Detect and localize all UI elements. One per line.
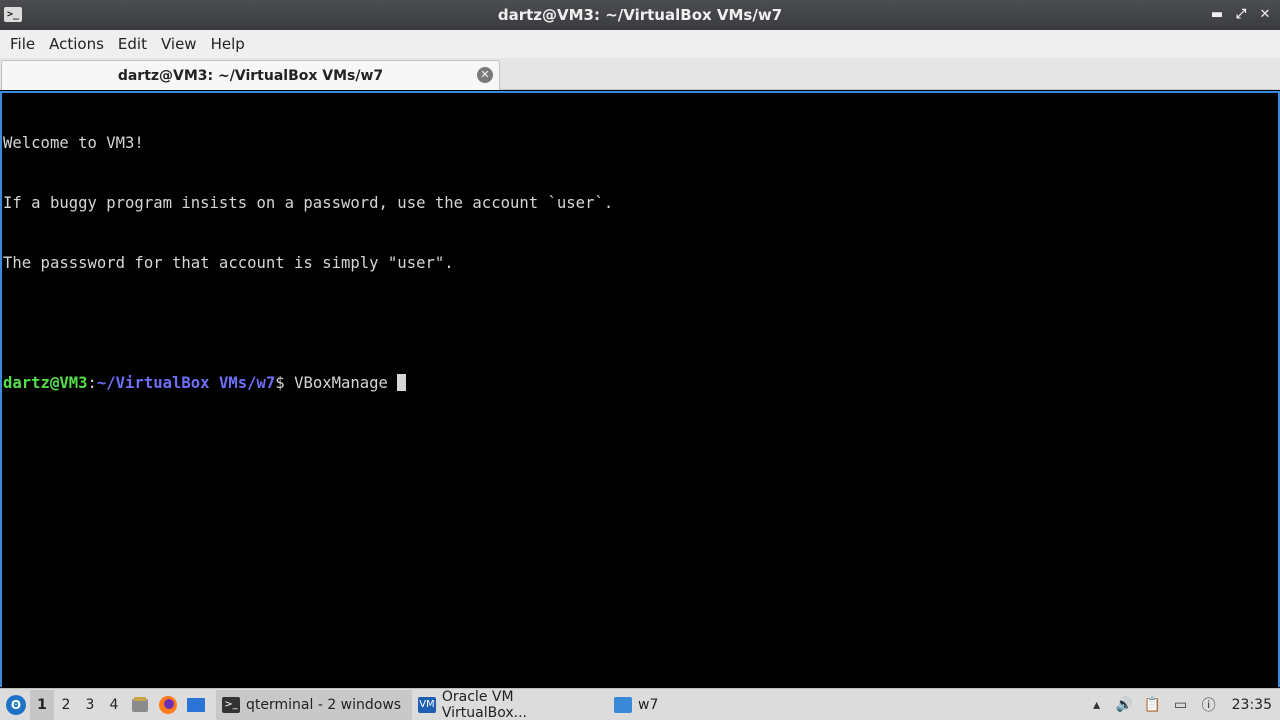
quicklaunch-desktop[interactable] — [182, 691, 210, 719]
menu-view[interactable]: View — [154, 30, 204, 58]
lxqt-logo-icon: ʘ — [6, 694, 26, 715]
start-menu-button[interactable]: ʘ — [2, 691, 30, 719]
menu-edit[interactable]: Edit — [111, 30, 154, 58]
menu-actions[interactable]: Actions — [42, 30, 111, 58]
task-qterminal[interactable]: >_ qterminal - 2 windows — [216, 689, 412, 720]
display-icon[interactable]: ▭ — [1170, 694, 1192, 716]
prompt-user-host: dartz@VM3 — [3, 374, 88, 392]
terminal-prompt-line: dartz@VM3:~/VirtualBox VMs/w7$ VBoxManag… — [3, 373, 1278, 393]
clock[interactable]: 23:35 — [1232, 697, 1272, 713]
terminal-line: Welcome to VM3! — [3, 134, 144, 152]
terminal-line: If a buggy program insists on a password… — [3, 194, 614, 212]
text-cursor — [397, 374, 407, 391]
task-label: w7 — [638, 696, 659, 713]
maximize-button[interactable]: ⤢ — [1234, 6, 1248, 24]
terminal-view[interactable]: Welcome to VM3! If a buggy program insis… — [0, 91, 1280, 687]
menu-help[interactable]: Help — [204, 30, 252, 58]
terminal-icon: >_ — [222, 696, 240, 713]
workspace-1[interactable]: 1 — [30, 689, 54, 720]
task-w7-folder[interactable]: w7 — [608, 690, 688, 720]
clipboard-icon[interactable]: 📋 — [1142, 694, 1164, 716]
window-controls: ▬ ⤢ ✕ — [1210, 6, 1272, 24]
terminal-line: The passsword for that account is simply… — [3, 254, 454, 272]
firefox-icon — [159, 695, 177, 714]
tab-label: dartz@VM3: ~/VirtualBox VMs/w7 — [117, 67, 384, 84]
window-title: dartz@VM3: ~/VirtualBox VMs/w7 — [497, 6, 783, 24]
workspace-4[interactable]: 4 — [102, 690, 126, 720]
typed-command: VBoxManage — [294, 374, 398, 392]
menu-file[interactable]: File — [3, 30, 42, 58]
window-titlebar: >_ dartz@VM3: ~/VirtualBox VMs/w7 ▬ ⤢ ✕ — [0, 0, 1280, 30]
volume-icon[interactable]: 🔊 — [1114, 694, 1136, 716]
workspace-3[interactable]: 3 — [78, 690, 102, 720]
workspace-2[interactable]: 2 — [54, 690, 78, 720]
update-notifier-icon[interactable]: ⓘ — [1198, 694, 1220, 716]
folder-icon — [614, 696, 632, 713]
taskbar: ʘ 1 2 3 4 >_ qterminal - 2 windows VM Or… — [0, 688, 1280, 720]
prompt-symbol: $ — [275, 374, 295, 392]
prompt-separator: : — [87, 374, 97, 392]
close-button[interactable]: ✕ — [1258, 6, 1272, 24]
task-label: Oracle VM VirtualBox... — [441, 688, 527, 720]
task-label: qterminal - 2 windows — [246, 696, 402, 713]
terminal-app-icon[interactable]: >_ — [4, 7, 22, 22]
file-manager-icon — [132, 696, 148, 712]
tab-terminal[interactable]: dartz@VM3: ~/VirtualBox VMs/w7 ✕ — [1, 60, 500, 90]
show-desktop-icon — [187, 697, 205, 712]
task-virtualbox[interactable]: VM Oracle VM VirtualBox... — [412, 688, 608, 720]
minimize-button[interactable]: ▬ — [1210, 6, 1224, 24]
tray-expand-icon[interactable]: ▴ — [1086, 694, 1108, 716]
prompt-path: ~/VirtualBox VMs/w7 — [96, 374, 276, 392]
quicklaunch-firefox[interactable] — [154, 691, 182, 719]
tab-close-icon[interactable]: ✕ — [477, 67, 493, 83]
menu-bar: File Actions Edit View Help — [0, 30, 1280, 58]
virtualbox-icon: VM — [418, 696, 436, 713]
tab-bar: dartz@VM3: ~/VirtualBox VMs/w7 ✕ — [0, 58, 1280, 90]
quicklaunch-files[interactable] — [126, 691, 154, 719]
system-tray: ▴ 🔊 📋 ▭ ⓘ 23:35 — [1086, 694, 1280, 716]
